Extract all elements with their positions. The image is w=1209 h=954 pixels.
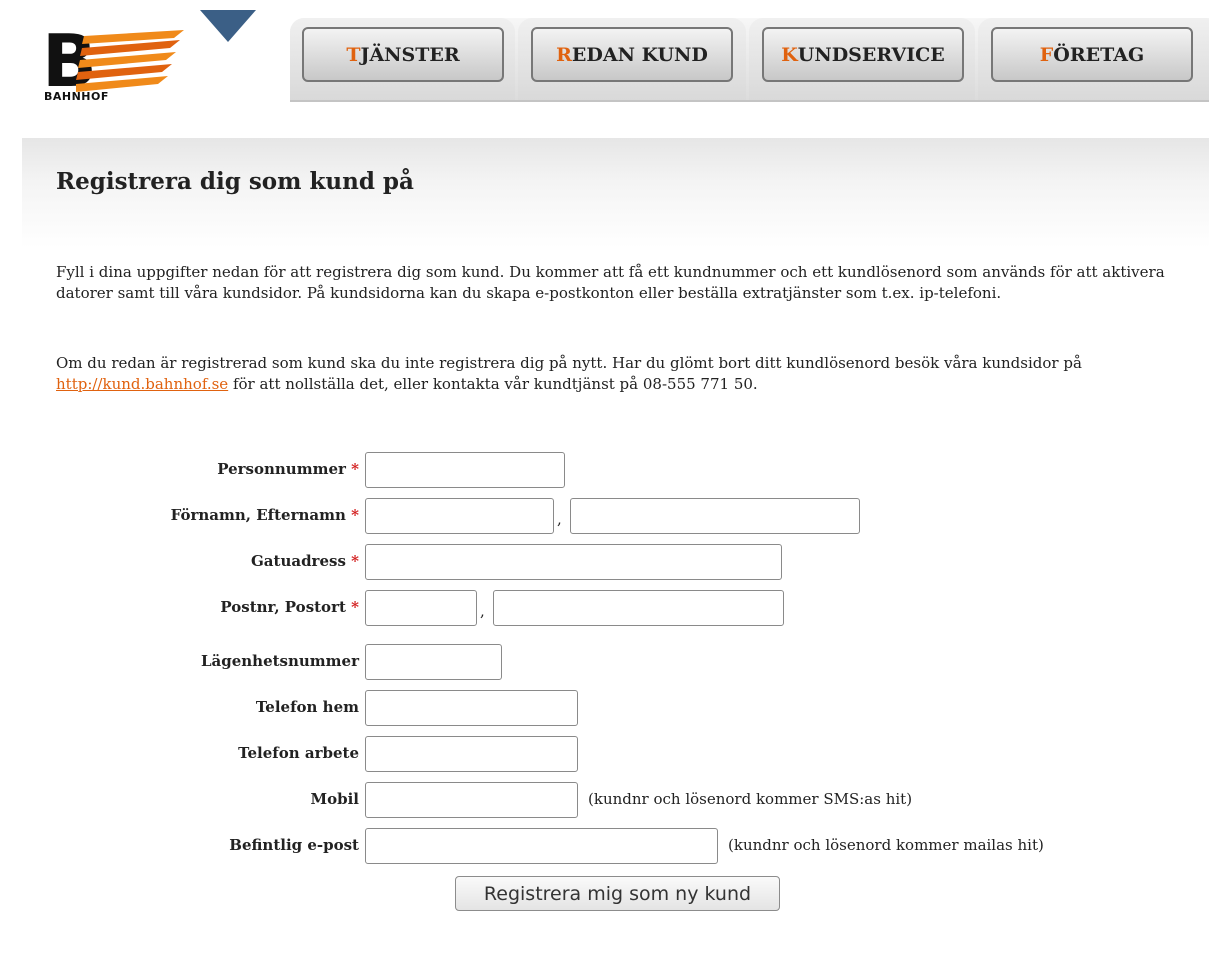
tab-initial: R bbox=[556, 43, 572, 66]
street-label: Gatuadress * bbox=[251, 552, 359, 570]
tab-kundservice[interactable]: K UNDSERVICE bbox=[762, 27, 964, 82]
phone-home-label: Telefon hem bbox=[256, 698, 359, 716]
tab-initial: K bbox=[781, 43, 798, 66]
label-text: Postnr, Postort bbox=[220, 598, 346, 616]
site-header: B BAHNHOF T JÄNSTER R EDAN KUND K UNDSER… bbox=[0, 0, 1209, 120]
email-label: Befintlig e-post bbox=[229, 836, 359, 854]
required-marker: * bbox=[351, 598, 359, 616]
postal-code-input[interactable] bbox=[365, 590, 477, 626]
label-text: Lägenhetsnummer bbox=[200, 652, 359, 670]
tab-label: ÖRETAG bbox=[1053, 43, 1145, 66]
form-row-name: Förnamn, Efternamn * , bbox=[0, 498, 1209, 534]
tab-frame: F ÖRETAG bbox=[978, 18, 1209, 100]
intro-paragraph: Fyll i dina uppgifter nedan för att regi… bbox=[56, 263, 1165, 302]
mobile-label: Mobil bbox=[311, 790, 360, 808]
email-hint: (kundnr och lösenord kommer mailas hit) bbox=[728, 836, 1044, 854]
logo-wordmark: BAHNHOF bbox=[44, 90, 109, 103]
first-name-input[interactable] bbox=[365, 498, 554, 534]
apartment-label: Lägenhetsnummer bbox=[201, 652, 359, 670]
personnummer-label: Personnummer * bbox=[217, 460, 359, 478]
label-text: Mobil bbox=[310, 790, 360, 808]
register-submit-button[interactable]: Registrera mig som ny kund bbox=[455, 876, 780, 911]
page-title: Registrera dig som kund på bbox=[56, 168, 414, 195]
tab-label: EDAN KUND bbox=[571, 43, 708, 66]
label-text: Telefon arbete bbox=[238, 744, 359, 762]
page: B BAHNHOF T JÄNSTER R EDAN KUND K UNDSER… bbox=[0, 0, 1209, 954]
city-input[interactable] bbox=[493, 590, 784, 626]
email-input[interactable] bbox=[365, 828, 718, 864]
postal-label: Postnr, Postort * bbox=[220, 598, 359, 616]
mobile-hint: (kundnr och lösenord kommer SMS:as hit) bbox=[588, 790, 913, 808]
tab-foretag[interactable]: F ÖRETAG bbox=[991, 27, 1193, 82]
required-marker: * bbox=[351, 506, 359, 524]
tab-label: JÄNSTER bbox=[360, 43, 460, 66]
last-name-input[interactable] bbox=[570, 498, 860, 534]
personnummer-input[interactable] bbox=[365, 452, 565, 488]
home-phone-input[interactable] bbox=[365, 690, 578, 726]
form-row-personnummer: Personnummer * bbox=[0, 452, 1209, 488]
form-row-postal: Postnr, Postort * , bbox=[0, 590, 1209, 626]
existing-text-after: för att nollställa det, eller kontakta v… bbox=[228, 375, 758, 393]
bahnhof-logo[interactable]: B BAHNHOF bbox=[42, 20, 184, 105]
field-separator: , bbox=[480, 602, 485, 620]
label-text: Befintlig e-post bbox=[229, 836, 359, 854]
phone-work-label: Telefon arbete bbox=[238, 744, 359, 762]
existing-text-before: Om du redan är registrerad som kund ska … bbox=[56, 354, 1082, 372]
work-phone-input[interactable] bbox=[365, 736, 578, 772]
label-text: Förnamn, Efternamn bbox=[170, 506, 346, 524]
label-text: Personnummer bbox=[217, 460, 346, 478]
required-marker: * bbox=[351, 552, 359, 570]
existing-customer-paragraph: Om du redan är registrerad som kund ska … bbox=[56, 353, 1166, 395]
tab-frame: R EDAN KUND bbox=[518, 18, 746, 100]
form-row-email: Befintlig e-post (kundnr och lösenord ko… bbox=[0, 828, 1209, 864]
tab-redan-kund[interactable]: R EDAN KUND bbox=[531, 27, 733, 82]
street-address-input[interactable] bbox=[365, 544, 782, 580]
required-marker: * bbox=[351, 460, 359, 478]
form-row-mobile: Mobil (kundnr och lösenord kommer SMS:as… bbox=[0, 782, 1209, 818]
tab-tjanster[interactable]: T JÄNSTER bbox=[302, 27, 504, 82]
tab-label: UNDSERVICE bbox=[797, 43, 945, 66]
form-row-phone-work: Telefon arbete bbox=[0, 736, 1209, 772]
tab-initial: T bbox=[346, 43, 361, 66]
tab-frame: K UNDSERVICE bbox=[749, 18, 975, 100]
form-row-street: Gatuadress * bbox=[0, 544, 1209, 580]
main-navigation: T JÄNSTER R EDAN KUND K UNDSERVICE F ÖRETAG bbox=[290, 18, 1209, 102]
label-text: Gatuadress bbox=[250, 552, 346, 570]
name-label: Förnamn, Efternamn * bbox=[171, 506, 359, 524]
tab-initial: F bbox=[1039, 43, 1054, 66]
corner-triangle-icon bbox=[200, 10, 256, 42]
logo-stripes-icon bbox=[76, 30, 184, 92]
customer-pages-link[interactable]: http://kund.bahnhof.se bbox=[56, 375, 228, 393]
form-row-phone-home: Telefon hem bbox=[0, 690, 1209, 726]
tab-frame: T JÄNSTER bbox=[290, 18, 515, 100]
field-separator: , bbox=[557, 510, 562, 528]
label-text: Telefon hem bbox=[255, 698, 359, 716]
apartment-number-input[interactable] bbox=[365, 644, 502, 680]
form-row-apartment: Lägenhetsnummer bbox=[0, 644, 1209, 680]
mobile-input[interactable] bbox=[365, 782, 578, 818]
